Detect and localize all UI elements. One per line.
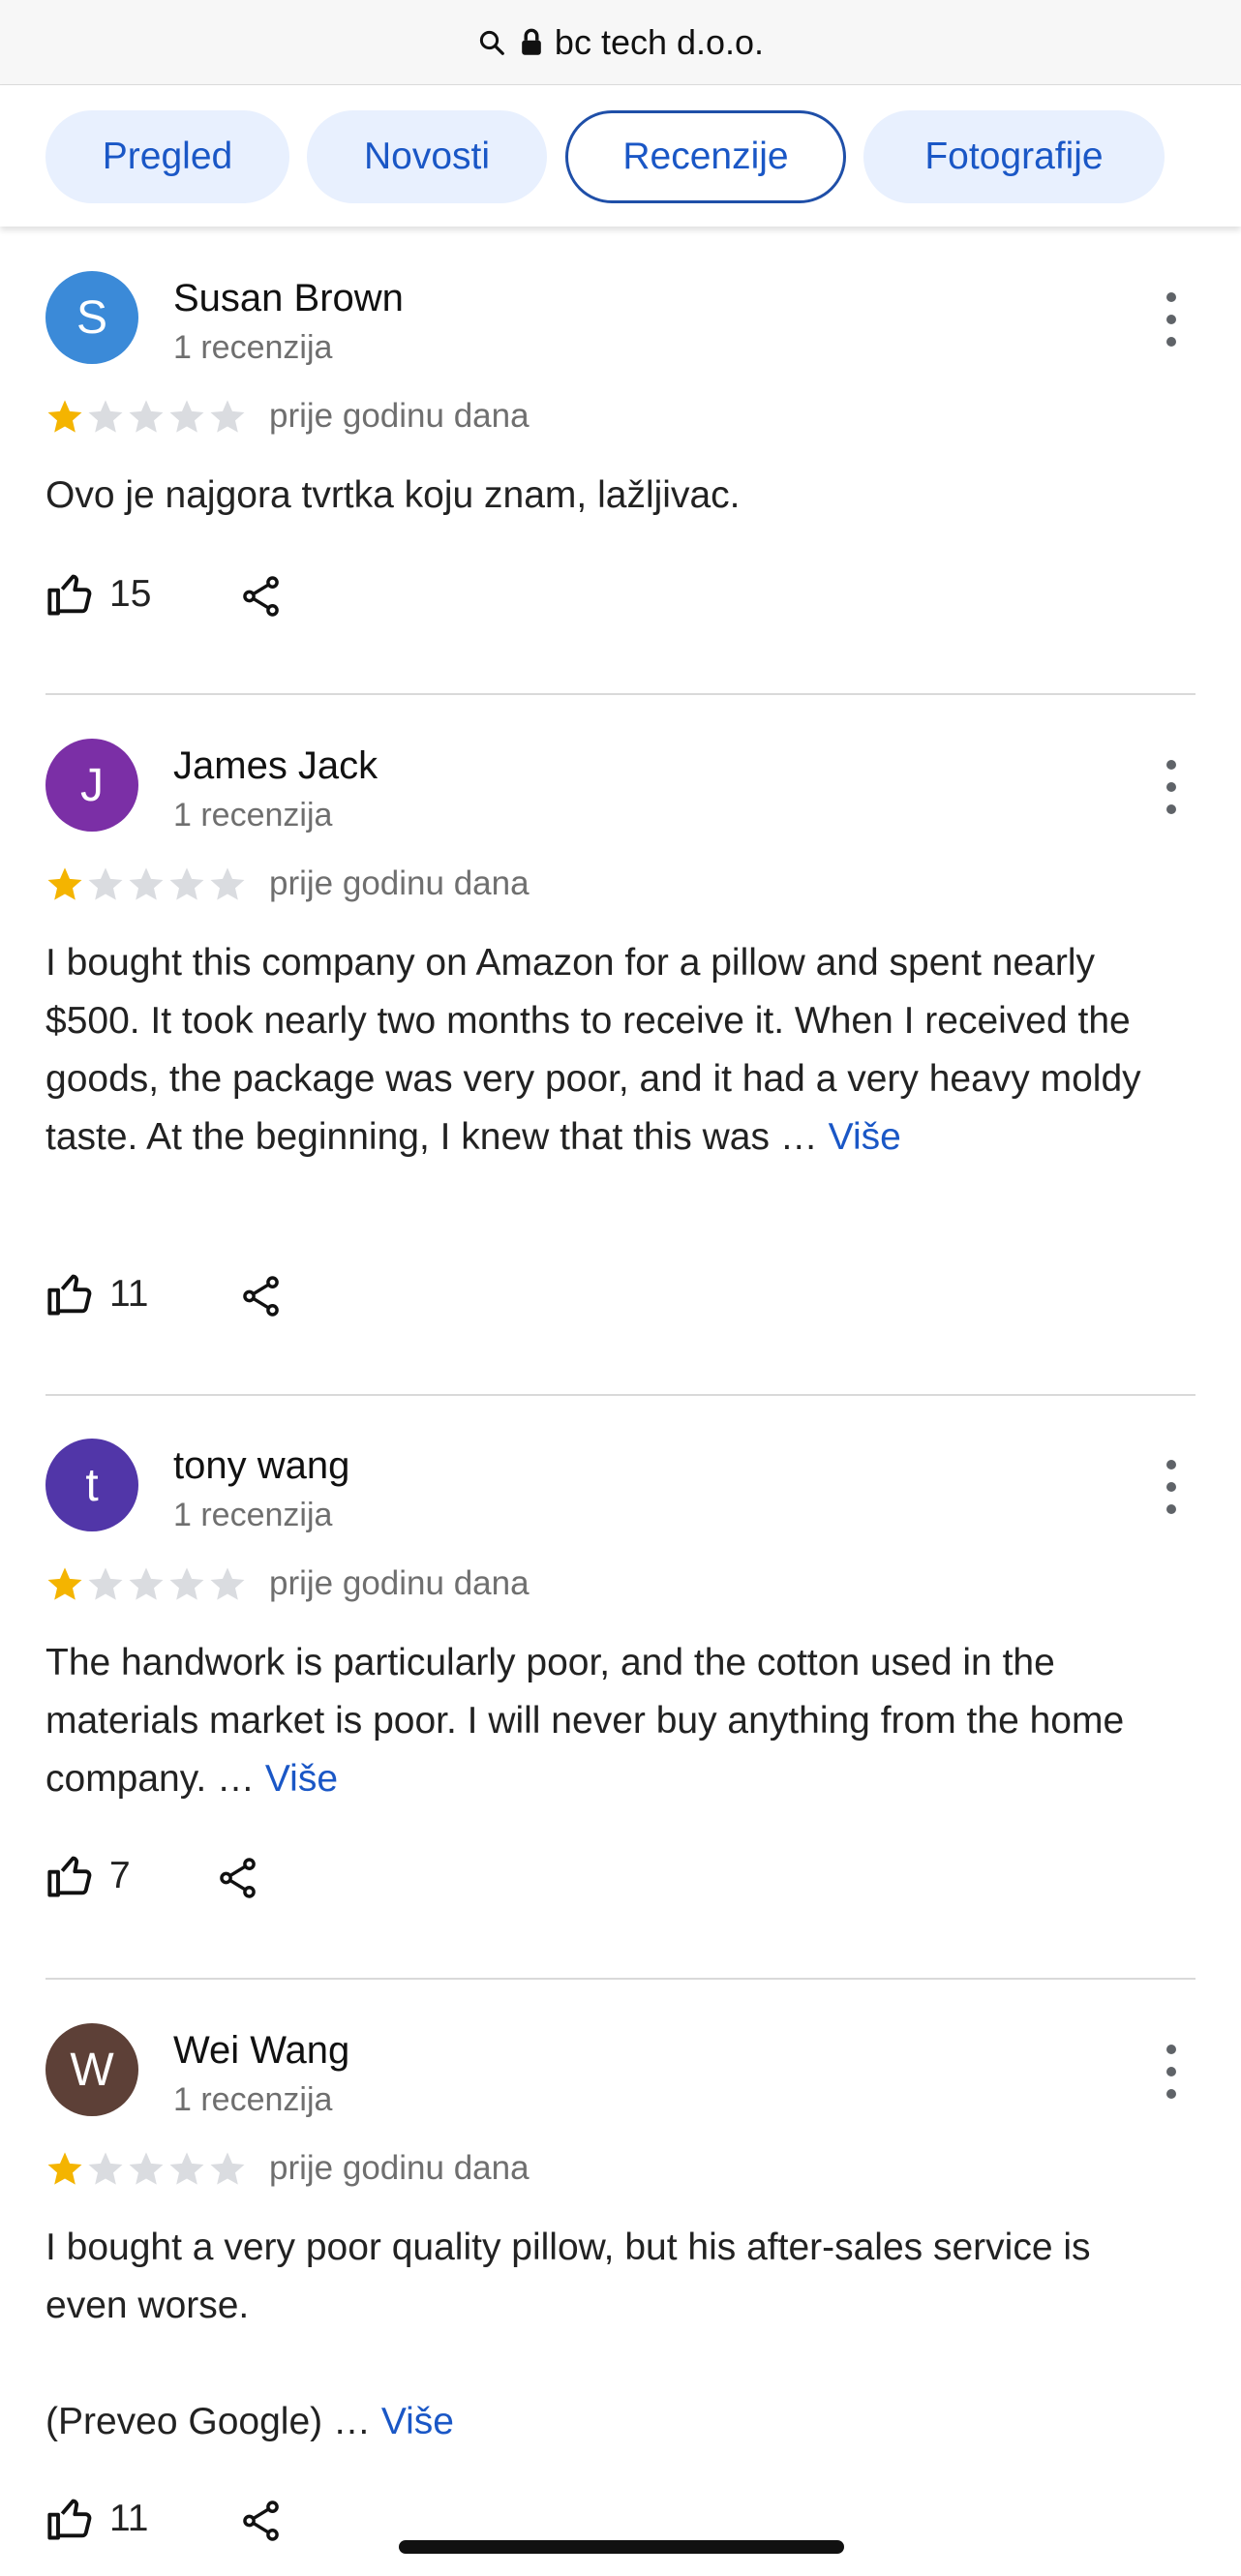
star-empty-icon [88,867,123,900]
search-icon [477,28,506,57]
thumbs-up-icon [47,1856,92,1897]
star-empty-icon [129,1567,164,1600]
url-bar[interactable]: bc tech d.o.o. [0,0,1241,85]
share-button[interactable] [239,1273,284,1324]
thumbs-up-icon [47,1274,92,1316]
more-link[interactable]: Više [381,2401,454,2442]
review-count: 1 recenzija [173,797,333,833]
reviewer-name[interactable]: James Jack [173,744,378,788]
like-button[interactable]: 11 [45,2494,149,2544]
tab-recenzije[interactable]: Recenzije [565,110,846,203]
review-time: prije godinu dana [269,864,530,902]
share-icon [220,1858,256,1898]
share-button[interactable] [216,1855,260,1906]
divider [45,693,1196,695]
avatar[interactable]: S [45,271,138,364]
like-button[interactable]: 7 [45,1851,131,1901]
lock-icon [520,28,543,57]
star-filled-icon [47,2152,82,2185]
url-domain: bc tech d.o.o. [554,21,765,62]
reviewer-name[interactable]: tony wang [173,1444,349,1488]
more-options-button[interactable] [1157,2045,1186,2099]
star-empty-icon [88,1567,123,1600]
share-icon [243,2500,279,2541]
avatar[interactable]: t [45,1439,138,1531]
review-time: prije godinu dana [269,1564,530,1602]
star-empty-icon [129,2152,164,2185]
star-filled-icon [47,400,82,433]
more-options-button[interactable] [1157,1460,1186,1514]
like-count: 11 [109,2498,149,2539]
review-time: prije godinu dana [269,2149,530,2187]
star-empty-icon [169,2152,204,2185]
star-rating [45,397,247,436]
review-text: I bought a very poor quality pillow, but… [45,2227,1091,2326]
review-text: The handwork is particularly poor, and t… [45,1642,1125,1800]
star-rating [45,2149,247,2188]
like-count: 15 [109,573,152,615]
star-empty-icon [169,867,204,900]
review-count: 1 recenzija [173,1497,333,1533]
review-time: prije godinu dana [269,397,530,435]
share-icon [243,1276,279,1317]
star-empty-icon [88,2152,123,2185]
tab-novosti[interactable]: Novosti [307,110,547,203]
reviewer-name[interactable]: Wei Wang [173,2029,349,2073]
thumbs-up-icon [47,2499,92,2540]
review-count: 1 recenzija [173,2081,333,2118]
star-empty-icon [129,400,164,433]
like-button[interactable]: 15 [45,569,151,620]
avatar[interactable]: J [45,739,138,832]
tab-bar: Pregled Novosti Recenzije Fotografije [0,85,1241,227]
tab-pregled[interactable]: Pregled [45,110,289,203]
star-empty-icon [88,400,123,433]
star-empty-icon [210,867,245,900]
avatar[interactable]: W [45,2023,138,2116]
star-empty-icon [210,400,245,433]
star-empty-icon [210,1567,245,1600]
star-filled-icon [47,1567,82,1600]
more-options-button[interactable] [1157,292,1186,347]
home-indicator[interactable] [399,2540,844,2554]
star-empty-icon [169,400,204,433]
review-text: Ovo je najgora tvrtka koju znam, lažljiv… [45,474,741,516]
divider [45,1978,1196,1980]
more-link[interactable]: Više [829,1116,901,1158]
more-link[interactable]: Više [265,1758,338,1800]
review-count: 1 recenzija [173,329,333,366]
star-rating [45,864,247,903]
star-empty-icon [129,867,164,900]
more-options-button[interactable] [1157,760,1186,814]
thumbs-up-icon [47,574,92,616]
like-button[interactable]: 11 [45,1269,149,1319]
star-filled-icon [47,867,82,900]
review-text: I bought this company on Amazon for a pi… [45,942,1141,1158]
star-rating [45,1564,247,1603]
reviewer-name[interactable]: Susan Brown [173,277,404,320]
star-empty-icon [169,1567,204,1600]
tab-fotografije[interactable]: Fotografije [863,110,1165,203]
divider [45,1394,1196,1396]
share-button[interactable] [239,2498,284,2549]
like-count: 11 [109,1273,149,1315]
translation-note: (Preveo Google) … Više [45,2401,454,2442]
share-icon [243,576,279,617]
star-empty-icon [210,2152,245,2185]
like-count: 7 [109,1855,131,1896]
share-button[interactable] [239,573,284,624]
